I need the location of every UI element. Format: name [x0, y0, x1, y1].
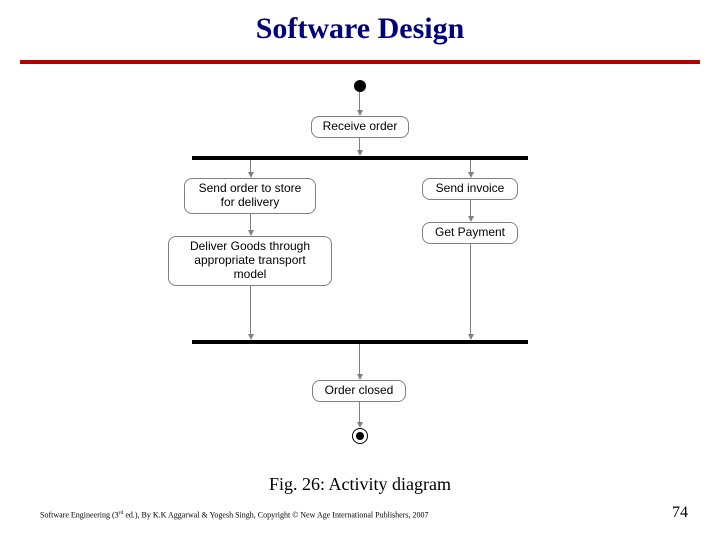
initial-node-icon	[354, 80, 366, 92]
credit-post: ed.), By K.K Aggarwal & Yogesh Singh, Co…	[123, 511, 428, 520]
slide: Software Design Receive order Send order…	[0, 0, 720, 540]
edge	[359, 92, 360, 112]
edge	[359, 402, 360, 424]
final-node-dot-icon	[356, 432, 364, 440]
activity-get-payment: Get Payment	[422, 222, 518, 244]
edge	[470, 244, 471, 336]
edge	[359, 344, 360, 376]
page-number: 74	[672, 504, 688, 522]
fork-bar-icon	[192, 156, 528, 160]
figure-caption: Fig. 26: Activity diagram	[0, 474, 720, 495]
activity-order-closed: Order closed	[312, 380, 406, 402]
final-node-icon	[352, 428, 368, 444]
title-rule	[20, 60, 700, 64]
activity-deliver-goods: Deliver Goods through appropriate transp…	[168, 236, 332, 286]
slide-title: Software Design	[0, 12, 720, 46]
activity-send-order: Send order to store for delivery	[184, 178, 316, 214]
activity-diagram: Receive order Send order to store for de…	[164, 76, 556, 466]
credit-line: Software Engineering (3rd ed.), By K.K A…	[40, 510, 428, 520]
activity-send-invoice: Send invoice	[422, 178, 518, 200]
edge	[250, 286, 251, 336]
credit-pre: Software Engineering (3	[40, 511, 119, 520]
activity-receive-order: Receive order	[311, 116, 409, 138]
join-bar-icon	[192, 340, 528, 344]
